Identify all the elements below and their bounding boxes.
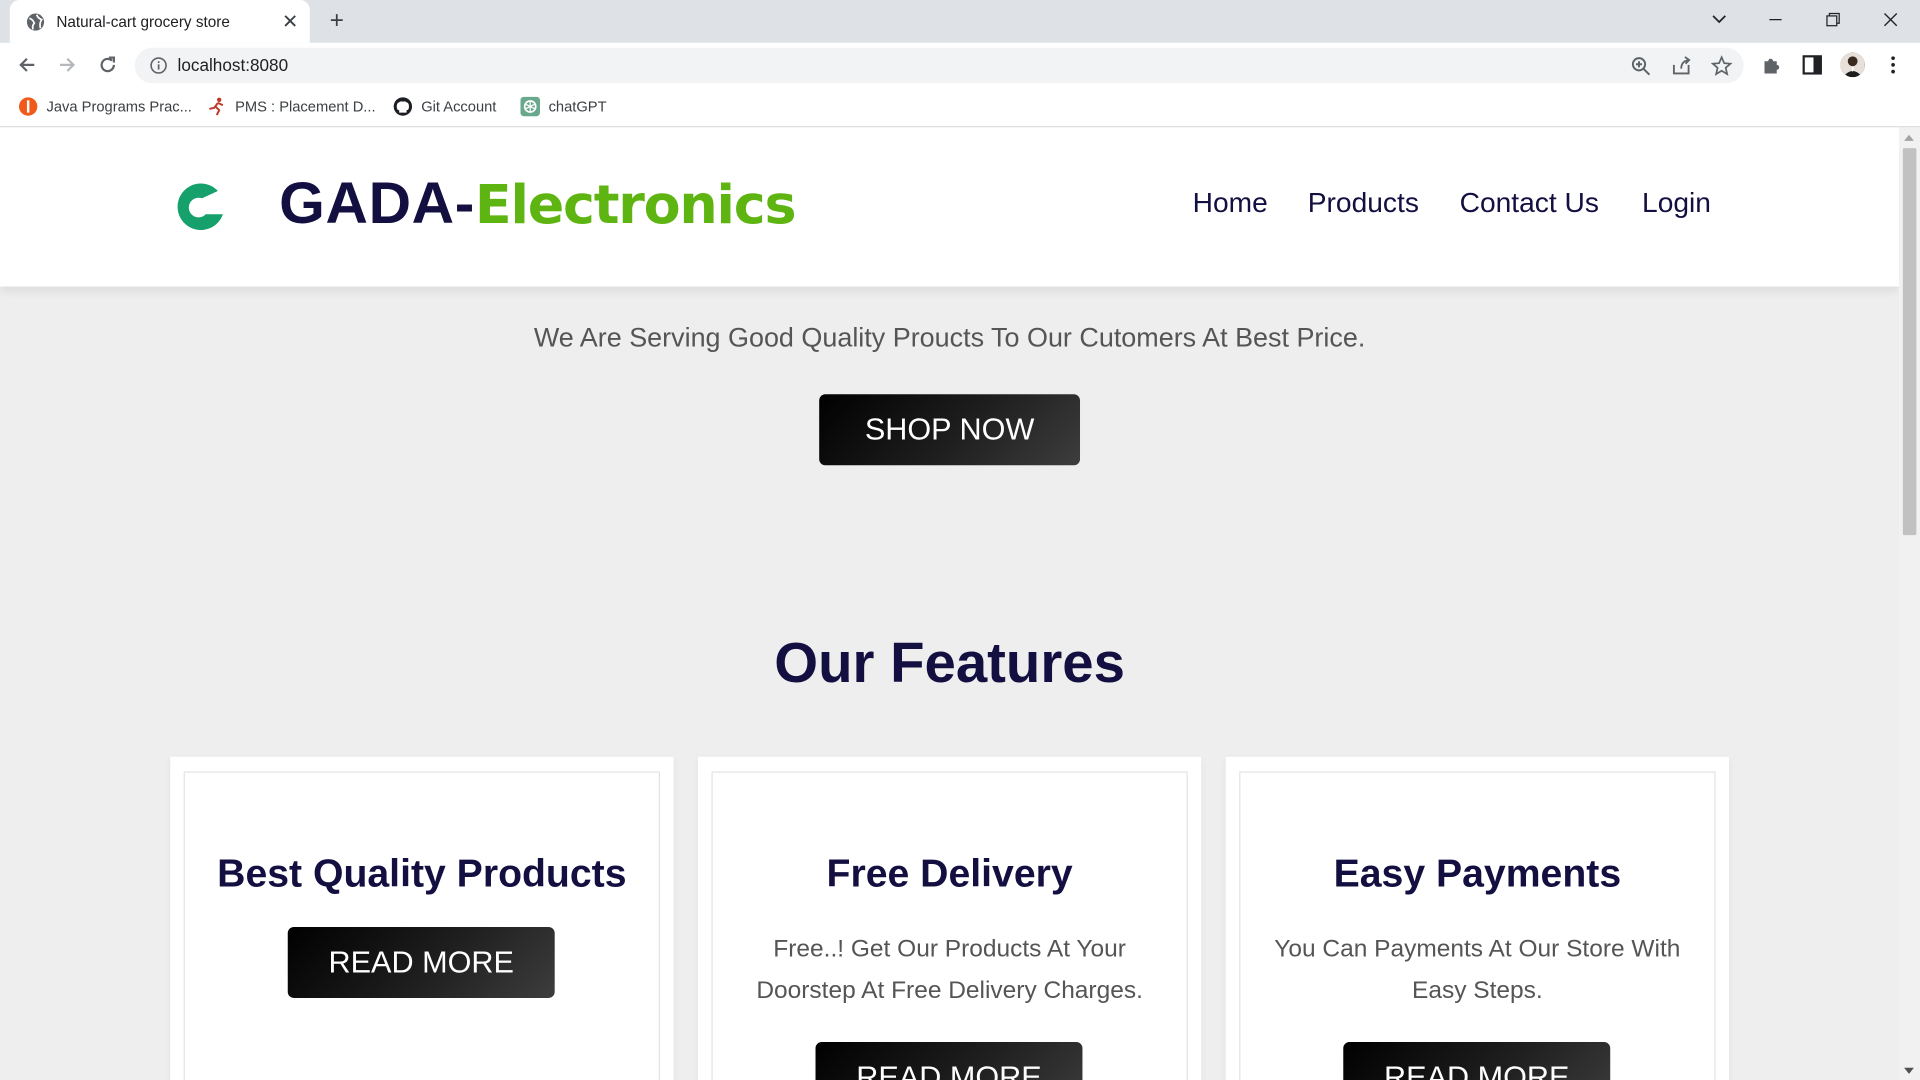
runner-bookmark-icon [209,97,224,116]
bookmark-git-account[interactable]: Git Account [393,96,496,118]
scroll-up-icon[interactable] [1904,134,1914,141]
scrollbar-thumb[interactable] [1902,148,1917,536]
address-bar[interactable]: localhost:8080 [134,47,1744,84]
brand-accent: Electronics [474,173,797,237]
chatgpt-icon [520,96,541,117]
feature-description: Free..! Get Our Products At Your Doorste… [756,935,1143,1005]
page-scrollbar[interactable] [1899,127,1920,1080]
bookmark-label: chatGPT [548,97,607,116]
reload-icon[interactable] [91,48,125,82]
restore-icon[interactable] [1805,2,1861,36]
globe-icon [26,12,45,31]
site-header: GADA-Electronics Home Products Contact U… [0,127,1900,287]
java-bookmark-icon [18,97,38,116]
profile-avatar[interactable] [1840,52,1865,78]
scroll-down-icon[interactable] [1904,1067,1914,1074]
hero-tagline: We Are Serving Good Quality Proucts To O… [533,322,1366,353]
bookmark-label: PMS : Placement D... [235,97,376,116]
bookmark-label: Git Account [421,97,497,116]
tab-search-icon[interactable] [1691,2,1747,36]
read-more-button[interactable]: READ MORE [287,926,555,998]
tab-strip: Natural-cart grocery store ✕ + [0,0,1920,43]
share-icon[interactable] [1670,55,1692,77]
close-tab-icon[interactable]: ✕ [276,7,305,36]
features-title: Our Features [774,630,1125,695]
bookmark-star-icon[interactable] [1710,55,1733,77]
feature-title: Free Delivery [826,851,1073,896]
read-more-button[interactable]: READ MORE [815,1042,1083,1080]
feature-title: Best Quality Products [217,851,627,896]
nav-login[interactable]: Login [1642,186,1711,219]
nav-products[interactable]: Products [1308,186,1419,219]
bookmark-java-programs[interactable]: Java Programs Prac... [18,96,192,118]
bookmarks-bar: Java Programs Prac... PMS : Placement D.… [0,86,1920,128]
bookmark-chatgpt[interactable]: chatGPT [520,96,607,118]
nav-contact-us[interactable]: Contact Us [1460,186,1599,219]
brand-name: GADA- [279,171,475,237]
feature-card-frame: Easy Payments You Can Payments At Our St… [1239,771,1716,1080]
brand-logo-text[interactable]: GADA-Electronics [279,170,797,237]
feature-description: You Can Payments At Our Store With Easy … [1274,935,1681,1005]
back-icon[interactable] [10,48,44,82]
new-tab-icon[interactable]: + [322,6,351,35]
nav-home[interactable]: Home [1193,186,1268,219]
close-window-icon[interactable] [1862,2,1918,36]
forward-icon[interactable] [50,48,84,82]
zoom-icon[interactable] [1630,55,1652,77]
side-panel-icon[interactable] [1801,54,1823,76]
browser-tab[interactable]: Natural-cart grocery store ✕ [9,0,310,43]
read-more-button[interactable]: READ MORE [1343,1042,1611,1080]
feature-card: Best Quality Products READ MORE [170,756,674,1080]
logo-icon[interactable] [169,174,235,240]
browser-toolbar: localhost:8080 [0,42,1920,87]
page-viewport: GADA-Electronics Home Products Contact U… [0,127,1900,1080]
url-text: localhost:8080 [177,55,289,75]
tab-title: Natural-cart grocery store [56,12,230,31]
feature-card: Easy Payments You Can Payments At Our St… [1225,756,1729,1080]
shop-now-button[interactable]: SHOP NOW [819,394,1081,466]
menu-dots-icon[interactable] [1882,54,1904,76]
feature-title: Easy Payments [1333,851,1622,896]
extensions-icon[interactable] [1761,54,1783,76]
feature-card-frame: Free Delivery Free..! Get Our Products A… [711,771,1188,1080]
bookmark-pms[interactable]: PMS : Placement D... [207,96,376,118]
bookmark-label: Java Programs Prac... [46,97,192,116]
site-info-icon[interactable] [149,56,167,74]
minimize-icon[interactable] [1747,2,1803,36]
feature-card-frame: Best Quality Products READ MORE [183,771,661,1080]
github-icon [393,97,413,116]
feature-card: Free Delivery Free..! Get Our Products A… [697,756,1202,1080]
